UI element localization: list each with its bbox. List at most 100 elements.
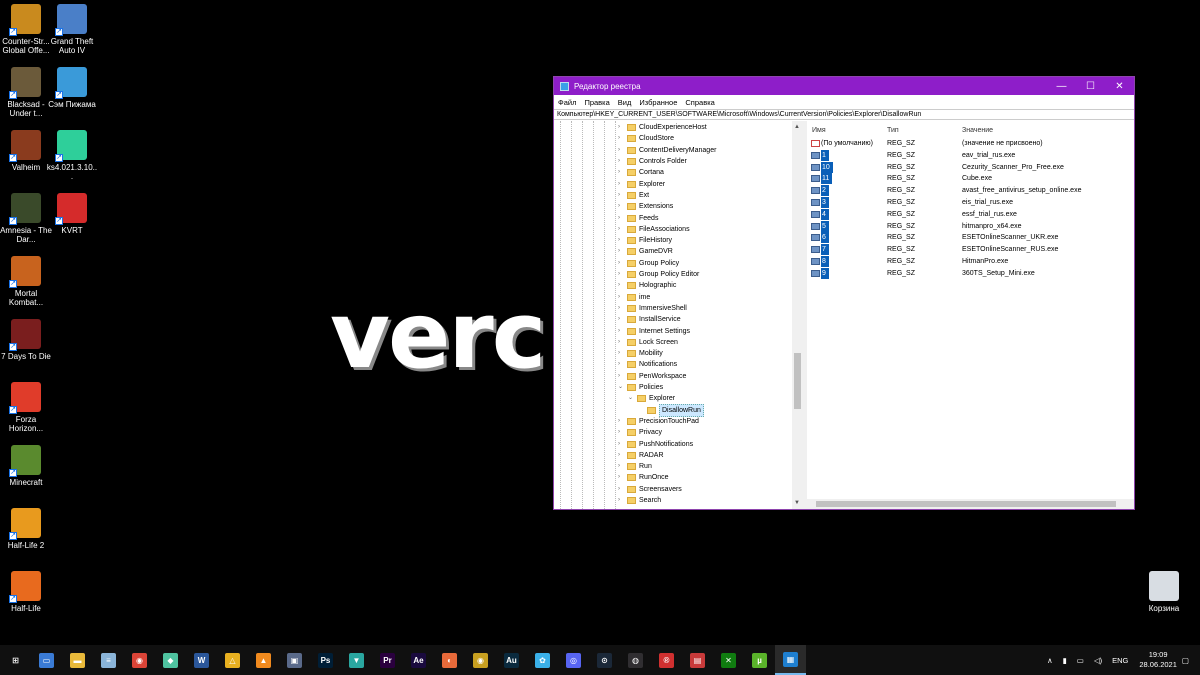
- chevron-right-icon[interactable]: ›: [618, 246, 627, 257]
- tree-item[interactable]: › Explorer: [618, 179, 665, 190]
- tree-item[interactable]: › Extensions: [618, 201, 673, 212]
- taskbar-button[interactable]: △: [217, 645, 248, 675]
- value-row[interactable]: 10 REG_SZ Cezurity_Scanner_Pro_Free.exe: [807, 161, 1134, 174]
- chevron-right-icon[interactable]: ›: [618, 450, 627, 461]
- taskbar-button[interactable]: ◍: [620, 645, 651, 675]
- tree-item[interactable]: › Holographic: [618, 280, 676, 291]
- tree-item[interactable]: › Group Policy Editor: [618, 269, 699, 280]
- title-bar[interactable]: Редактор реестра — ☐ ✕: [554, 77, 1134, 95]
- value-row[interactable]: 8 REG_SZ HitmanPro.exe: [807, 256, 1134, 268]
- tree-item[interactable]: ⌄ Policies: [618, 382, 663, 393]
- chevron-right-icon[interactable]: ›: [618, 258, 627, 269]
- taskbar-button[interactable]: ◐: [434, 645, 465, 675]
- registry-editor-window[interactable]: Редактор реестра — ☐ ✕ Файл Правка Вид И…: [553, 76, 1135, 510]
- scroll-thumb[interactable]: [794, 353, 801, 409]
- tree-item[interactable]: › PrecisionTouchPad: [618, 416, 699, 427]
- tree-item[interactable]: › FileHistory: [618, 235, 672, 246]
- value-row[interactable]: 3 REG_SZ eis_trial_rus.exe: [807, 197, 1134, 209]
- taskbar-button[interactable]: ✿: [527, 645, 558, 675]
- chevron-right-icon[interactable]: ›: [618, 303, 627, 314]
- tree-item[interactable]: › Ext: [618, 190, 649, 201]
- chevron-right-icon[interactable]: ›: [618, 235, 627, 246]
- taskbar-button[interactable]: Au: [496, 645, 527, 675]
- tree-item[interactable]: DisallowRun: [638, 403, 704, 417]
- chevron-right-icon[interactable]: ›: [618, 269, 627, 280]
- chevron-right-icon[interactable]: ›: [618, 348, 627, 359]
- tree-scrollbar[interactable]: ▲ ▼: [792, 121, 803, 509]
- taskbar-button[interactable]: Ae: [403, 645, 434, 675]
- chevron-right-icon[interactable]: ›: [618, 326, 627, 337]
- chevron-right-icon[interactable]: ›: [618, 427, 627, 438]
- chevron-right-icon[interactable]: ›: [618, 167, 627, 178]
- taskbar-button[interactable]: Ps: [310, 645, 341, 675]
- tree-item[interactable]: › Notifications: [618, 359, 677, 370]
- close-button[interactable]: ✕: [1105, 77, 1134, 95]
- value-row[interactable]: 7 REG_SZ ESETOnlineScanner_RUS.exe: [807, 244, 1134, 256]
- tree-item[interactable]: › CloudStore: [618, 133, 674, 144]
- desktop-shortcut[interactable]: ↗ Сэм Пижама: [46, 67, 98, 109]
- minimize-button[interactable]: —: [1047, 77, 1076, 95]
- desktop-shortcut[interactable]: ↗ Amnesia - The Dar...: [0, 193, 52, 244]
- chevron-right-icon[interactable]: ›: [618, 292, 627, 303]
- menu-file[interactable]: Файл: [558, 98, 576, 107]
- taskbar-button[interactable]: ◎: [558, 645, 589, 675]
- menu-view[interactable]: Вид: [618, 98, 632, 107]
- microphone-icon[interactable]: ▮: [1063, 656, 1067, 665]
- tree-item[interactable]: › Internet Settings: [618, 325, 690, 336]
- taskbar-button[interactable]: ⊞: [0, 645, 31, 675]
- chevron-right-icon[interactable]: ›: [618, 359, 627, 370]
- taskbar-button[interactable]: ◆: [155, 645, 186, 675]
- taskbar-button[interactable]: ✕: [713, 645, 744, 675]
- desktop-shortcut[interactable]: Корзина: [1138, 571, 1190, 613]
- column-header-name[interactable]: Имя: [812, 127, 826, 134]
- chevron-right-icon[interactable]: ›: [618, 371, 627, 382]
- desktop-shortcut[interactable]: ↗ Minecraft: [0, 445, 52, 487]
- taskbar-button[interactable]: ≡: [93, 645, 124, 675]
- value-row[interactable]: 6 REG_SZ ESETOnlineScanner_UKR.exe: [807, 232, 1134, 244]
- chevron-right-icon[interactable]: ›: [618, 145, 627, 156]
- address-bar[interactable]: Компьютер\HKEY_CURRENT_USER\SOFTWARE\Mic…: [554, 109, 1134, 120]
- maximize-button[interactable]: ☐: [1076, 77, 1105, 95]
- chevron-right-icon[interactable]: ›: [618, 416, 627, 427]
- menu-help[interactable]: Справка: [685, 98, 714, 107]
- value-row[interactable]: 4 REG_SZ essf_trial_rus.exe: [807, 208, 1134, 221]
- chevron-right-icon[interactable]: ›: [618, 495, 627, 506]
- tree-item[interactable]: › Mobility: [618, 348, 663, 359]
- values-list[interactable]: Имя Тип Значение (По умолчанию) REG_SZ (зн…: [807, 121, 1134, 509]
- desktop-shortcut[interactable]: ↗ Half-Life 2: [0, 508, 52, 550]
- chevron-right-icon[interactable]: ›: [618, 201, 627, 212]
- value-row[interactable]: (По умолчанию) REG_SZ (значение не присвое…: [807, 138, 1134, 150]
- chevron-down-icon[interactable]: ⌄: [628, 393, 637, 404]
- desktop-shortcut[interactable]: ↗ Grand Theft Auto IV: [46, 4, 98, 55]
- chevron-right-icon[interactable]: ›: [618, 133, 627, 144]
- tree-item[interactable]: › FileAssociations: [618, 224, 690, 235]
- chevron-down-icon[interactable]: ⌄: [618, 382, 627, 393]
- tree-item[interactable]: › Screensavers: [618, 484, 682, 495]
- menu-edit[interactable]: Правка: [584, 98, 609, 107]
- registry-tree[interactable]: › CloudExperienceHost › CloudStore › ContentD…: [554, 121, 803, 509]
- scroll-up-icon[interactable]: ▲: [794, 124, 800, 130]
- clock[interactable]: 19:09 28.06.2021: [1139, 650, 1177, 670]
- chevron-right-icon[interactable]: ›: [618, 337, 627, 348]
- tree-item[interactable]: › ime: [618, 292, 650, 303]
- taskbar-button[interactable]: ▼: [341, 645, 372, 675]
- scroll-down-icon[interactable]: ▼: [794, 500, 800, 506]
- tree-item[interactable]: › Search: [618, 495, 661, 506]
- horizontal-scrollbar[interactable]: [807, 499, 1134, 509]
- chevron-right-icon[interactable]: ›: [618, 156, 627, 167]
- chevron-right-icon[interactable]: ›: [618, 314, 627, 325]
- show-hidden-icons-icon[interactable]: ∧: [1047, 656, 1053, 665]
- column-header-type[interactable]: Тип: [887, 127, 899, 134]
- tree-item[interactable]: › RADAR: [618, 450, 664, 461]
- taskbar-button[interactable]: ◉: [465, 645, 496, 675]
- tree-item[interactable]: › Privacy: [618, 427, 662, 438]
- tree-item[interactable]: › PushNotifications: [618, 438, 693, 449]
- value-row[interactable]: 5 REG_SZ hitmanpro_x64.exe: [807, 220, 1134, 233]
- desktop-shortcut[interactable]: ↗ Mortal Kombat...: [0, 256, 52, 307]
- column-header-value[interactable]: Значение: [962, 127, 993, 134]
- tree-item[interactable]: › Feeds: [618, 212, 658, 223]
- chevron-right-icon[interactable]: ›: [618, 472, 627, 483]
- chevron-right-icon[interactable]: ›: [618, 179, 627, 190]
- taskbar-button[interactable]: ▬: [62, 645, 93, 675]
- desktop-shortcut[interactable]: ↗ KVRT: [46, 193, 98, 235]
